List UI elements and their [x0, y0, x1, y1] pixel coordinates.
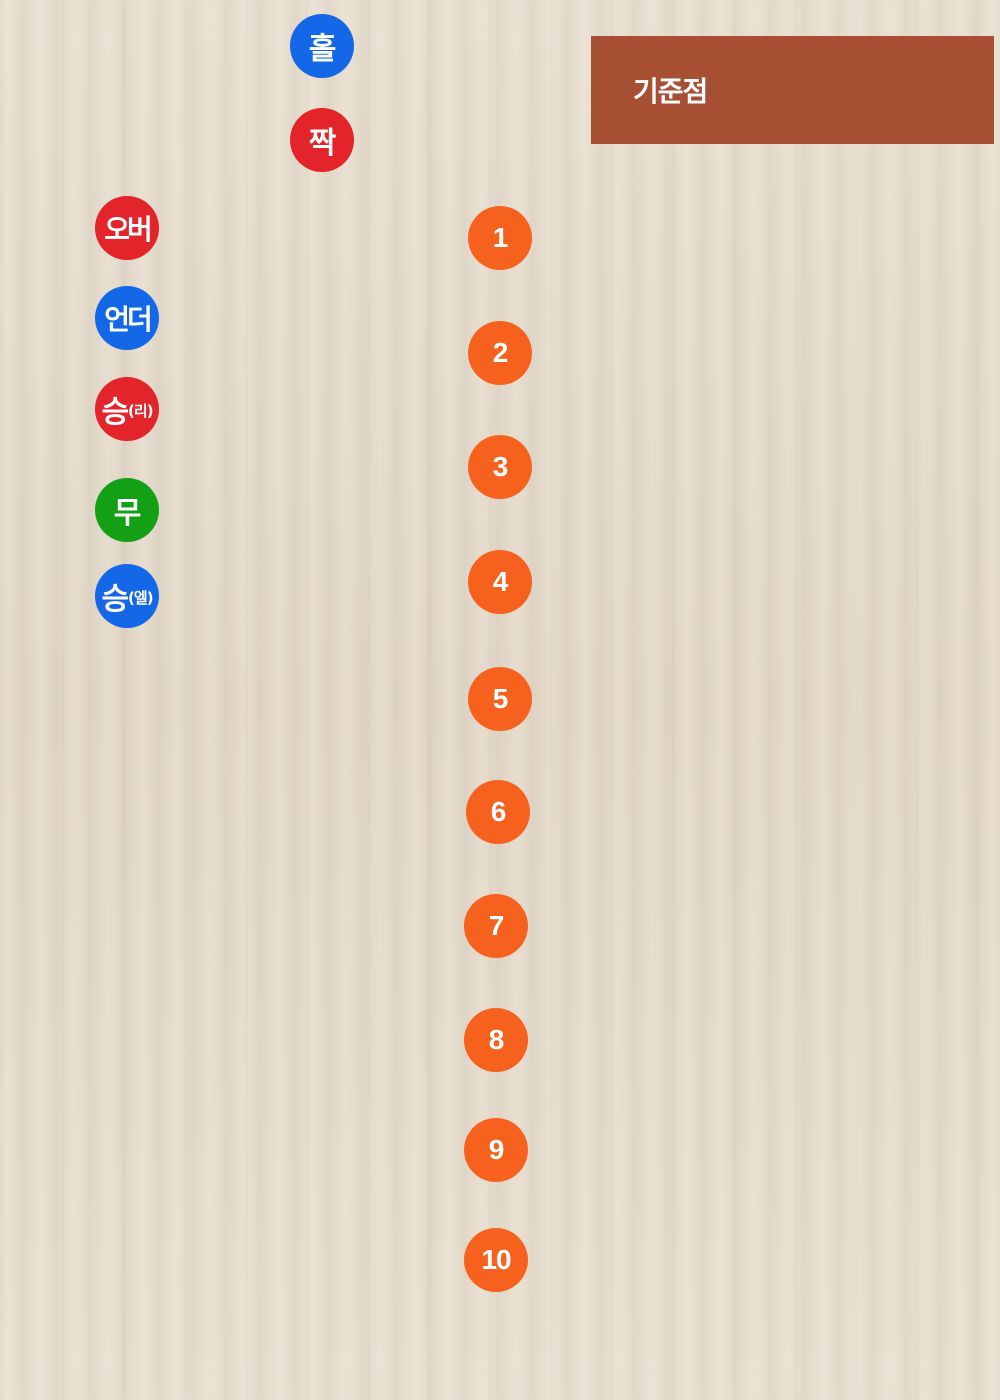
win-left-chip-sub: (리): [128, 401, 153, 420]
win-left-chip[interactable]: 승 (리): [95, 377, 159, 441]
reference-point-panel: 기준점: [591, 36, 994, 144]
number-chip-label: 2: [492, 337, 509, 368]
game-board: 홀 짝 오버 언더 승 (리) 무 승 (엘) 1 2 3 4 5 6 7 8 9: [0, 0, 1000, 1400]
over-chip[interactable]: 오버: [95, 196, 159, 260]
even-chip-label: 짝: [308, 126, 337, 161]
reference-point-title: 기준점: [633, 75, 708, 108]
number-chip-10[interactable]: 10: [464, 1228, 528, 1292]
under-chip[interactable]: 언더: [95, 286, 159, 350]
number-chip-label: 6: [490, 796, 507, 827]
number-chip-label: 4: [492, 566, 509, 597]
odd-chip[interactable]: 홀: [290, 14, 354, 78]
number-chip-8[interactable]: 8: [464, 1008, 528, 1072]
number-chip-6[interactable]: 6: [466, 780, 530, 844]
number-chip-label: 1: [492, 222, 509, 253]
number-chip-9[interactable]: 9: [464, 1118, 528, 1182]
number-chip-label: 10: [481, 1244, 511, 1275]
number-chip-label: 7: [488, 910, 505, 941]
number-chip-5[interactable]: 5: [468, 667, 532, 731]
under-chip-label: 언더: [104, 303, 153, 336]
number-chip-1[interactable]: 1: [468, 206, 532, 270]
number-chip-4[interactable]: 4: [468, 550, 532, 614]
win-right-chip-sub: (엘): [128, 588, 153, 607]
number-chip-label: 3: [492, 451, 509, 482]
over-chip-label: 오버: [104, 213, 153, 246]
win-left-chip-main: 승: [101, 395, 129, 430]
odd-chip-label: 홀: [308, 32, 337, 67]
even-chip[interactable]: 짝: [290, 108, 354, 172]
number-chip-7[interactable]: 7: [464, 894, 528, 958]
draw-chip[interactable]: 무: [95, 478, 159, 542]
number-chip-label: 5: [492, 683, 509, 714]
win-right-chip[interactable]: 승 (엘): [95, 564, 159, 628]
number-chip-label: 9: [488, 1134, 505, 1165]
number-chip-3[interactable]: 3: [468, 435, 532, 499]
number-chip-label: 8: [488, 1024, 505, 1055]
win-right-chip-main: 승: [101, 582, 129, 617]
number-chip-2[interactable]: 2: [468, 321, 532, 385]
draw-chip-label: 무: [113, 496, 142, 531]
